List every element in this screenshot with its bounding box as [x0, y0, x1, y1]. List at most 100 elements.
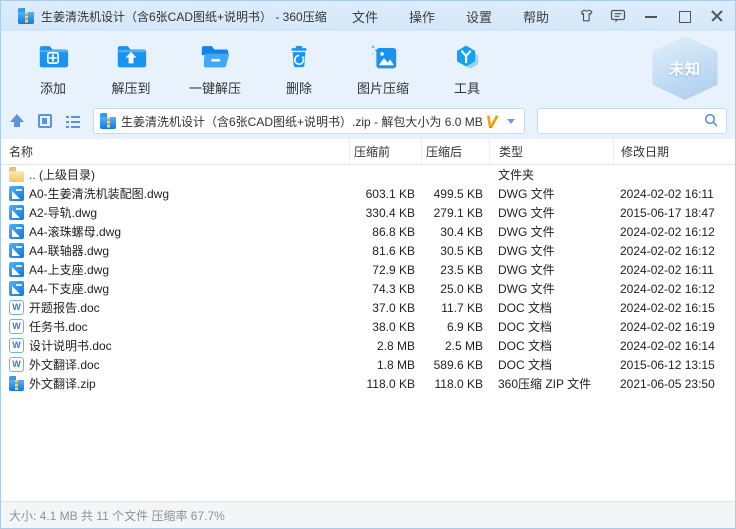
delete-trash-icon	[282, 40, 316, 77]
delete-button[interactable]: 删除	[267, 40, 331, 97]
feedback-icon[interactable]	[610, 8, 626, 24]
file-date: 2024-02-02 16:19	[620, 319, 715, 334]
image-compress-button[interactable]: 图片压缩	[345, 40, 421, 97]
one-click-extract-button[interactable]: 一键解压	[177, 40, 253, 97]
security-status-label: 未知	[668, 60, 701, 78]
table-row[interactable]: A4-滚珠螺母.dwg 86.8 KB 30.4 KB DWG 文件 2024-…	[1, 222, 735, 241]
menubar: 文件 操作 设置 帮助	[352, 7, 549, 26]
tools-button[interactable]: 工具	[435, 40, 499, 97]
header-size-after[interactable]: 压缩后	[421, 139, 489, 164]
size-before: 1.8 MB	[376, 357, 415, 372]
size-after: 2.5 MB	[444, 338, 483, 353]
file-type: DWG 文件	[498, 263, 555, 277]
file-type: DWG 文件	[498, 244, 555, 258]
header-type[interactable]: 类型	[489, 139, 613, 164]
search-box	[537, 108, 727, 134]
file-date: 2021-06-05 23:50	[620, 376, 715, 391]
maximize-button[interactable]	[676, 8, 692, 24]
header-date[interactable]: 修改日期	[613, 139, 735, 164]
search-icon[interactable]	[703, 112, 719, 131]
size-before: 2.8 MB	[376, 338, 415, 353]
file-name: A0-生姜清洗机装配图.dwg	[29, 187, 170, 201]
folder-file-icon	[9, 167, 24, 182]
file-name: A4-滚珠螺母.dwg	[29, 225, 122, 239]
table-row[interactable]: 外文翻译.zip 118.0 KB 118.0 KB 360压缩 ZIP 文件 …	[1, 374, 735, 393]
menu-file[interactable]: 文件	[352, 7, 378, 26]
header-size-before[interactable]: 压缩前	[349, 139, 421, 164]
size-after: 23.5 KB	[440, 262, 483, 277]
titlebar[interactable]: 生姜清洗机设计（含6张CAD图纸+说明书） - 360压缩 文件 操作 设置 帮…	[1, 1, 735, 31]
window-controls	[577, 8, 725, 24]
table-row[interactable]: .. (上级目录) 文件夹	[1, 165, 735, 184]
menu-help[interactable]: 帮助	[523, 7, 549, 26]
table-row[interactable]: A0-生姜清洗机装配图.dwg 603.1 KB 499.5 KB DWG 文件…	[1, 184, 735, 203]
status-bar: 大小: 4.1 MB 共 11 个文件 压缩率 67.7%	[1, 501, 735, 528]
up-directory-icon[interactable]	[9, 113, 25, 129]
doc-file-icon	[9, 338, 24, 353]
menu-operate[interactable]: 操作	[409, 7, 435, 26]
file-type: DOC 文档	[498, 301, 553, 315]
size-before: 38.0 KB	[372, 319, 415, 334]
menu-settings[interactable]: 设置	[466, 7, 492, 26]
doc-file-icon	[9, 300, 24, 315]
address-bar: 生姜清洗机设计（含6张CAD图纸+说明书）.zip - 解包大小为 6.0 MB…	[1, 103, 735, 139]
file-type: DOC 文档	[498, 320, 553, 334]
security-status-badge[interactable]: 未知	[652, 36, 718, 100]
table-row[interactable]: 外文翻译.doc 1.8 MB 589.6 KB DOC 文档 2015-06-…	[1, 355, 735, 374]
extract-to-button[interactable]: 解压到	[99, 40, 163, 97]
preview-pane-icon[interactable]	[37, 113, 53, 129]
vip-v-icon: V	[485, 111, 498, 131]
file-date: 2024-02-02 16:15	[620, 300, 715, 315]
size-after: 118.0 KB	[434, 376, 483, 391]
doc-file-icon	[9, 357, 24, 372]
file-name: 设计说明书.doc	[29, 339, 112, 353]
file-type: DOC 文档	[498, 339, 553, 353]
doc-file-icon	[9, 319, 24, 334]
add-button-label: 添加	[39, 80, 66, 96]
size-after: 30.5 KB	[440, 243, 483, 258]
size-after: 25.0 KB	[440, 281, 483, 296]
file-type: DOC 文档	[498, 358, 553, 372]
table-row[interactable]: 开题报告.doc 37.0 KB 11.7 KB DOC 文档 2024-02-…	[1, 298, 735, 317]
file-name: A2-导轨.dwg	[29, 206, 98, 220]
toolbar: 添加 解压到 一键解压 删除 图片压缩 工具 未知	[1, 31, 735, 103]
one-click-extract-button-label: 一键解压	[188, 80, 241, 96]
theme-shirt-icon[interactable]	[577, 8, 593, 24]
table-row[interactable]: A4-上支座.dwg 72.9 KB 23.5 KB DWG 文件 2024-0…	[1, 260, 735, 279]
search-input[interactable]	[545, 114, 703, 128]
dwg-file-icon	[9, 243, 24, 258]
file-name: A4-联轴器.dwg	[29, 244, 110, 258]
file-name: .. (上级目录)	[29, 168, 95, 182]
close-button[interactable]	[709, 8, 725, 24]
app-window: 生姜清洗机设计（含6张CAD图纸+说明书） - 360压缩 文件 操作 设置 帮…	[0, 0, 736, 529]
size-before: 603.1 KB	[365, 186, 415, 201]
dwg-file-icon	[9, 262, 24, 277]
list-view-icon[interactable]	[65, 113, 81, 129]
file-date: 2015-06-12 13:15	[620, 357, 715, 372]
file-date: 2024-02-02 16:12	[620, 243, 715, 258]
chevron-down-icon[interactable]	[507, 118, 515, 124]
file-type: 360压缩 ZIP 文件	[498, 377, 592, 391]
size-after: 30.4 KB	[440, 224, 483, 239]
file-date: 2015-06-17 18:47	[620, 205, 715, 220]
file-date: 2024-02-02 16:14	[620, 338, 715, 353]
table-row[interactable]: A4-下支座.dwg 74.3 KB 25.0 KB DWG 文件 2024-0…	[1, 279, 735, 298]
add-button[interactable]: 添加	[21, 40, 85, 97]
one-click-extract-icon	[198, 40, 232, 77]
archive-path-combobox[interactable]: 生姜清洗机设计（含6张CAD图纸+说明书）.zip - 解包大小为 6.0 MB…	[93, 108, 525, 134]
dwg-file-icon	[9, 281, 24, 296]
table-row[interactable]: A2-导轨.dwg 330.4 KB 279.1 KB DWG 文件 2015-…	[1, 203, 735, 222]
file-table-body: .. (上级目录) 文件夹 A0-生姜清洗机装配图.dwg 603.1 KB 4…	[1, 165, 735, 501]
file-type: DWG 文件	[498, 225, 555, 239]
table-row[interactable]: 任务书.doc 38.0 KB 6.9 KB DOC 文档 2024-02-02…	[1, 317, 735, 336]
table-row[interactable]: 设计说明书.doc 2.8 MB 2.5 MB DOC 文档 2024-02-0…	[1, 336, 735, 355]
file-type: DWG 文件	[498, 206, 555, 220]
minimize-button[interactable]	[643, 8, 659, 24]
table-row[interactable]: A4-联轴器.dwg 81.6 KB 30.5 KB DWG 文件 2024-0…	[1, 241, 735, 260]
file-date: 2024-02-02 16:12	[620, 281, 715, 296]
size-after: 279.1 KB	[433, 205, 483, 220]
size-before: 72.9 KB	[372, 262, 415, 277]
size-before: 118.0 KB	[366, 376, 415, 391]
header-name[interactable]: 名称	[1, 139, 349, 164]
size-before: 37.0 KB	[372, 300, 415, 315]
